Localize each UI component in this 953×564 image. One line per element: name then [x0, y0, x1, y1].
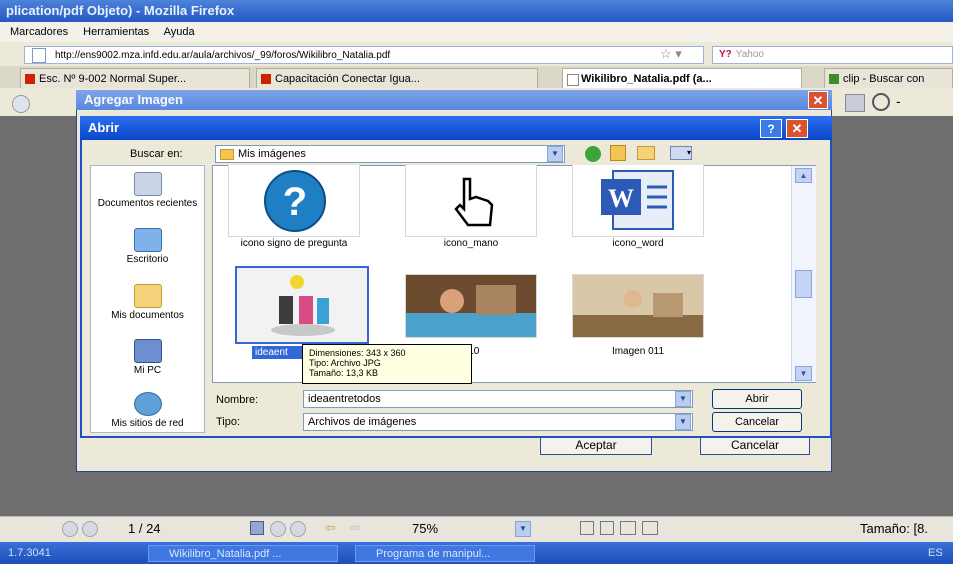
file-name[interactable]: icono signo de pregunta [219, 238, 369, 249]
two-page-continuous-icon[interactable] [642, 521, 658, 535]
filetype-dropdown-icon[interactable]: ▼ [675, 414, 691, 430]
place-my-documents[interactable]: Mis documentos [91, 284, 204, 321]
chevron-down-icon[interactable]: ▼ [547, 146, 563, 162]
look-in-label: Buscar en: [130, 148, 183, 160]
recent-documents-icon [133, 172, 162, 196]
tab-capacitacion[interactable]: Capacitación Conectar Igua... [256, 68, 538, 88]
file-thumb[interactable]: ? [228, 165, 360, 237]
scroll-up-icon[interactable]: ▲ [795, 168, 812, 183]
tab-wikilibro[interactable]: Wikilibro_Natalia.pdf (a... [562, 68, 802, 88]
next-page-icon[interactable] [270, 521, 286, 537]
agregar-imagen-title: Agregar Imagen [76, 90, 832, 110]
filetype-select[interactable]: Archivos de imágenes [303, 413, 693, 431]
file-name[interactable]: icono_mano [396, 238, 546, 249]
desktop-icon [133, 228, 162, 252]
zoom-value[interactable]: 75% [412, 516, 438, 542]
file-thumb[interactable]: W [572, 165, 704, 237]
agregar-close-icon[interactable]: ✕ [808, 91, 828, 109]
network-places-icon [133, 392, 162, 416]
tab-clip[interactable]: clip - Buscar con [824, 68, 953, 88]
first-page-icon[interactable] [62, 521, 78, 537]
photo-010-image [406, 275, 536, 337]
abrir-button[interactable]: Abrir [712, 389, 802, 409]
filetype-label: Tipo: [216, 416, 241, 428]
help-icon[interactable]: ? [760, 119, 782, 138]
tab-favicon [25, 74, 35, 84]
bookmark-star-icon[interactable]: ☆ ▾ [660, 46, 682, 62]
taskbar-left-text: 1.7.3041 [8, 547, 51, 559]
scroll-down-icon[interactable]: ▼ [795, 366, 812, 381]
abrir-close-icon[interactable]: ✕ [786, 119, 808, 138]
menu-herramientas[interactable]: Herramientas [83, 26, 149, 38]
tab-escuela[interactable]: Esc. Nº 9-002 Normal Super... [20, 68, 250, 88]
question-icon: ? [264, 170, 326, 232]
up-folder-icon[interactable] [610, 145, 626, 161]
filename-dropdown-icon[interactable]: ▼ [675, 391, 691, 407]
file-thumb-selected[interactable] [235, 266, 369, 344]
view-menu-icon[interactable]: ▾ [670, 146, 692, 160]
filename-label: Nombre: [216, 394, 259, 406]
scroll-thumb[interactable] [795, 270, 812, 298]
page-indicator: 1 / 24 [128, 521, 161, 536]
place-network[interactable]: Mis sitios de red [91, 392, 204, 429]
my-documents-icon [133, 284, 162, 308]
tab-favicon [567, 74, 579, 86]
idea-image [237, 268, 367, 342]
aceptar-button[interactable]: Aceptar [540, 435, 652, 455]
place-my-computer[interactable]: Mi PC [91, 339, 204, 376]
url-bar[interactable]: http://ens9002.mza.infd.edu.ar/aula/arch… [24, 46, 704, 64]
file-name[interactable]: Imagen 011 [563, 346, 713, 357]
single-page-icon[interactable] [580, 521, 594, 535]
abrir-title: Abrir [80, 116, 832, 140]
menu-ayuda[interactable]: Ayuda [164, 26, 195, 38]
more-tools-icon[interactable]: - [896, 93, 901, 109]
page-dropdown-icon[interactable] [250, 521, 264, 535]
tab-favicon [261, 74, 271, 84]
back-icon[interactable] [12, 95, 30, 113]
taskbar-item-programa[interactable]: Programa de manipul... [355, 545, 535, 562]
agregar-cancelar-button[interactable]: Cancelar [700, 435, 810, 455]
history-back-icon[interactable]: ⇦ [325, 520, 336, 536]
svg-text:W: W [608, 184, 634, 213]
svg-text:?: ? [283, 180, 307, 224]
history-forward-icon[interactable]: ⇨ [350, 520, 361, 536]
my-computer-icon [133, 339, 162, 363]
new-folder-icon[interactable] [637, 146, 655, 160]
file-name[interactable]: icono_word [563, 238, 713, 249]
document-size-label: Tamaño: [8. [860, 521, 928, 536]
abrir-cancelar-button[interactable]: Cancelar [712, 412, 802, 432]
hand-cursor-icon [454, 177, 494, 227]
word-icon: W [601, 170, 674, 230]
place-desktop[interactable]: Escritorio [91, 228, 204, 265]
two-page-icon[interactable] [620, 521, 636, 535]
folder-icon [220, 148, 234, 160]
page-icon [32, 48, 46, 63]
yahoo-logo-icon: Y? [719, 49, 732, 60]
zoom-dropdown-icon[interactable]: ▼ [515, 521, 531, 537]
language-indicator: ES [928, 547, 943, 559]
image-tool-icon[interactable] [845, 94, 865, 112]
place-recent[interactable]: Documentos recientes [91, 172, 204, 209]
tab-favicon [829, 74, 839, 84]
file-thumb[interactable] [405, 274, 537, 338]
go-back-icon[interactable] [585, 146, 601, 162]
menu-marcadores[interactable]: Marcadores [10, 26, 68, 38]
last-page-icon[interactable] [290, 521, 306, 537]
photo-011-image [573, 275, 703, 337]
search-box[interactable]: Y? Yahoo [712, 46, 953, 64]
file-name-selected[interactable]: ideaent [252, 346, 308, 359]
filename-input[interactable]: ideaentretodos [303, 390, 693, 408]
taskbar-item-wikilibro[interactable]: Wikilibro_Natalia.pdf ... [148, 545, 338, 562]
menu-bar: Marcadores Herramientas Ayuda [0, 22, 953, 42]
file-thumb[interactable] [405, 165, 537, 237]
prev-page-icon[interactable] [82, 521, 98, 537]
file-info-tooltip: Dimensiones: 343 x 360 Tipo: Archivo JPG… [302, 344, 472, 384]
look-in-select[interactable]: Mis imágenes [215, 145, 565, 163]
window-title: plication/pdf Objeto) - Mozilla Firefox [0, 0, 953, 22]
file-thumb[interactable] [572, 274, 704, 338]
circle-tool-icon[interactable] [872, 93, 890, 111]
continuous-icon[interactable] [600, 521, 614, 535]
